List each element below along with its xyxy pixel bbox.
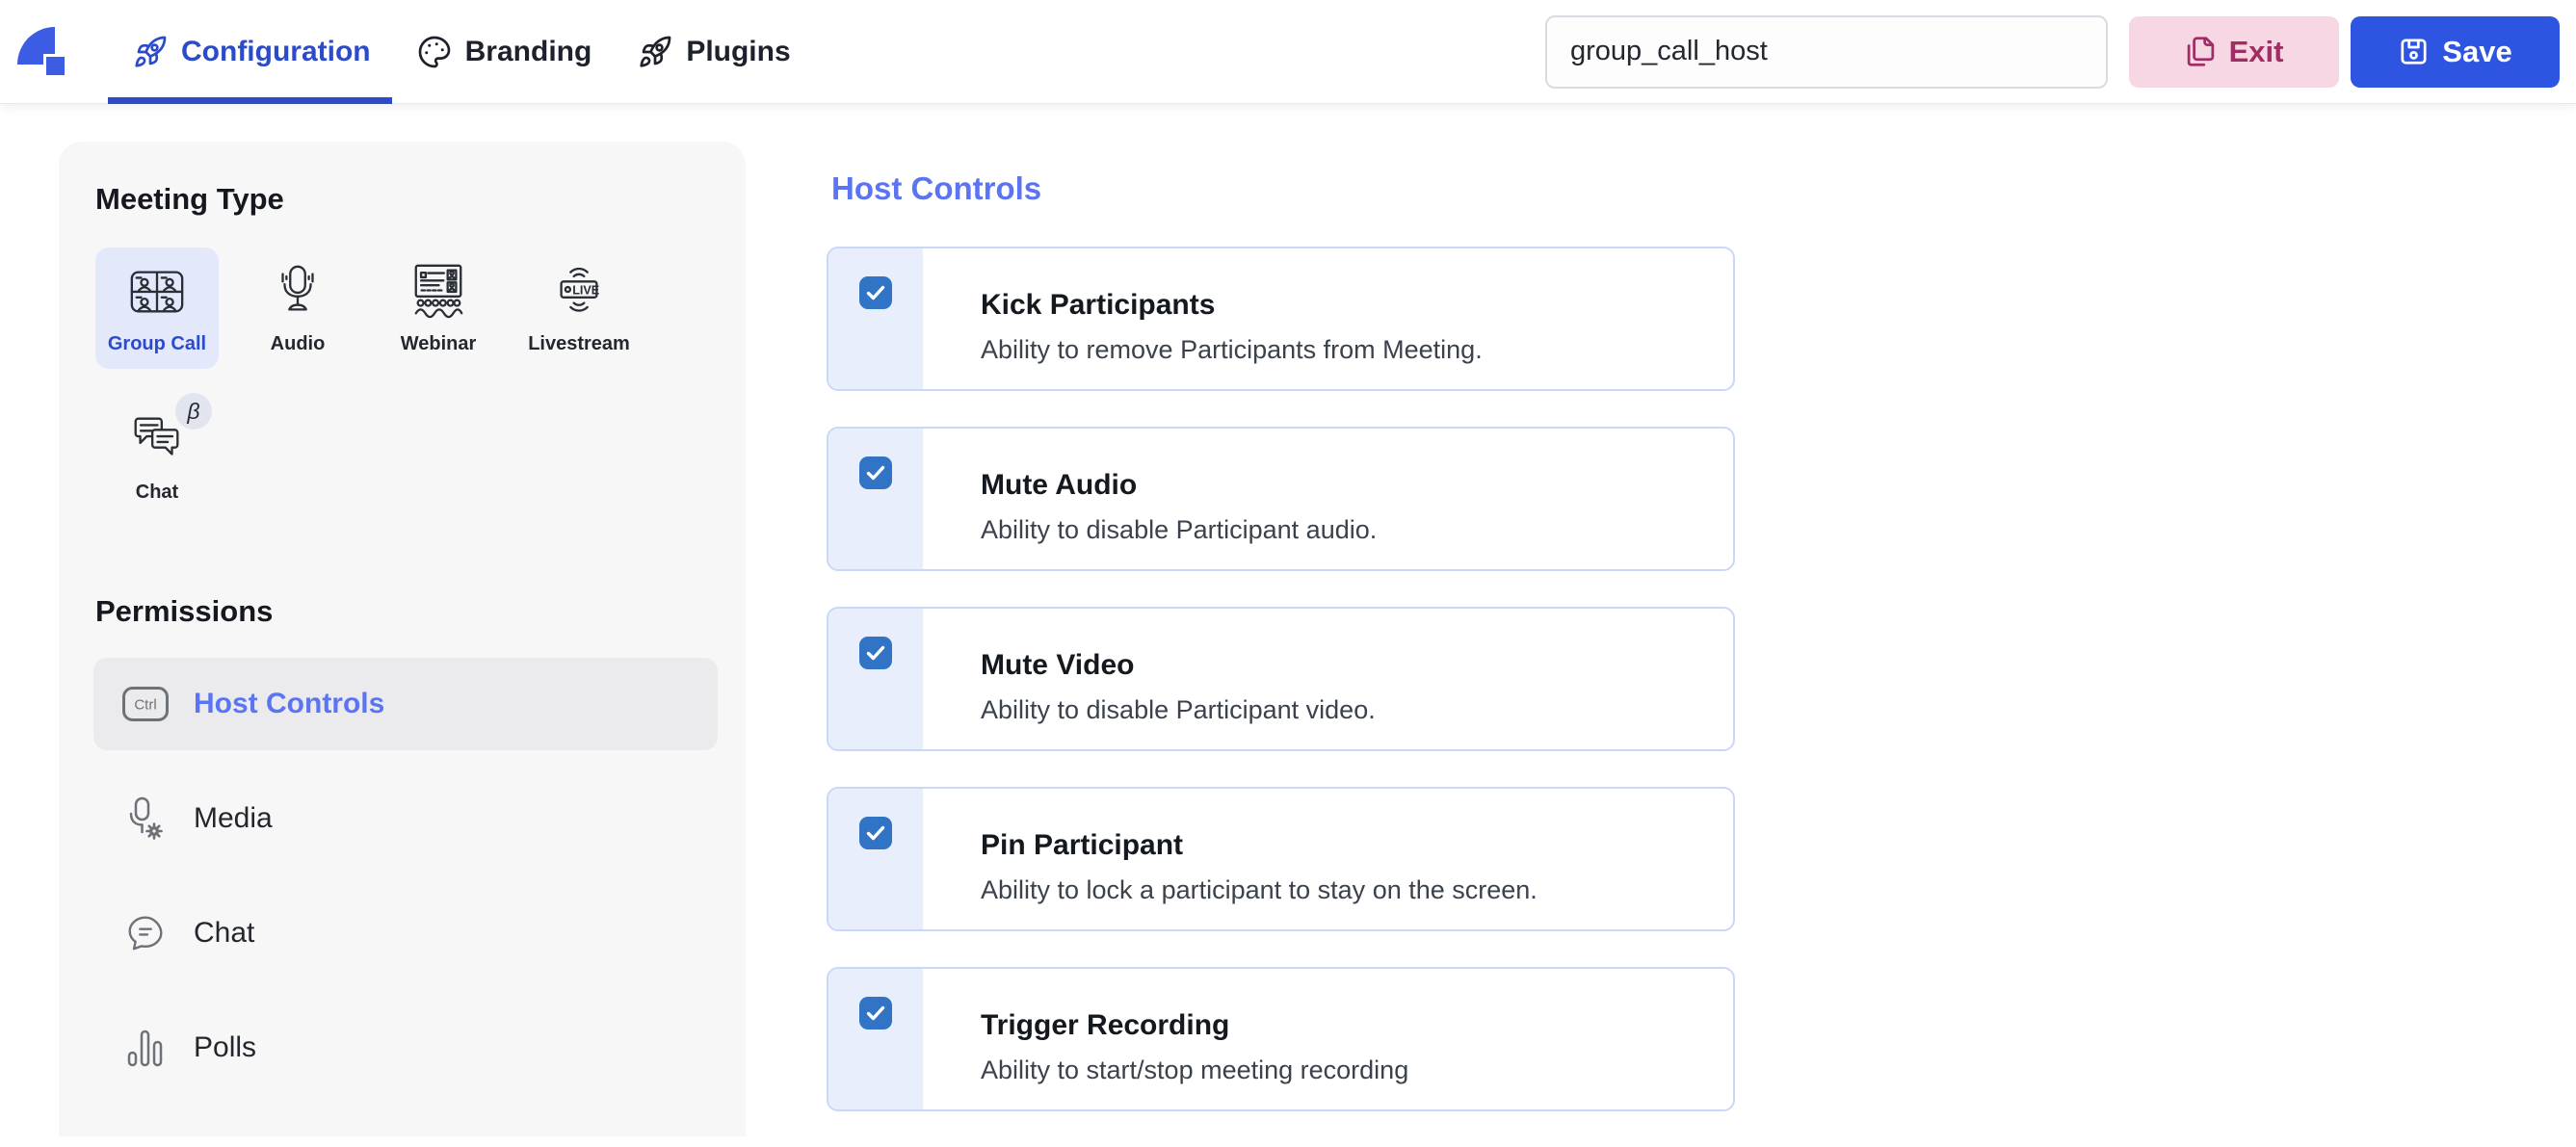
checkmark-icon <box>866 465 885 481</box>
meeting-type-label: Livestream <box>528 333 630 354</box>
ctrl-key-icon: Ctrl <box>122 687 169 721</box>
save-button-label: Save <box>2442 34 2512 68</box>
rocket-icon <box>640 36 671 67</box>
preset-name-input[interactable] <box>1545 14 2108 89</box>
checkmark-icon <box>866 825 885 841</box>
save-button[interactable]: Save <box>2351 15 2560 88</box>
card-accent-strip <box>828 969 923 1109</box>
svg-text:LIVE: LIVE <box>572 283 599 297</box>
meeting-type-row-2: β Chat <box>95 393 721 517</box>
group-call-icon <box>130 271 184 313</box>
checkmark-icon <box>866 285 885 300</box>
permissions-item-label: Chat <box>194 917 255 949</box>
card-accent-strip <box>828 248 923 389</box>
poll-bars-icon <box>127 1030 163 1067</box>
checkmark-icon <box>866 1005 885 1021</box>
permission-checkbox[interactable] <box>859 637 892 669</box>
mic-gear-icon <box>129 796 163 840</box>
permission-title: Pin Participant <box>981 829 1184 861</box>
meeting-type-group-call[interactable]: Group Call <box>95 248 219 369</box>
exit-files-icon <box>2187 37 2214 66</box>
meeting-type-webinar[interactable]: Webinar <box>377 248 500 369</box>
meeting-type-heading: Meeting Type <box>95 182 284 216</box>
host-controls-panel: Host Controls Kick Participants Ability … <box>827 169 1735 1147</box>
svg-text:Ctrl: Ctrl <box>134 697 156 714</box>
permission-card-trigger-recording: Trigger Recording Ability to start/stop … <box>827 967 1735 1111</box>
permission-checkbox[interactable] <box>859 456 892 489</box>
page-title: Host Controls <box>831 170 1042 206</box>
permission-title: Kick Participants <box>981 289 1216 321</box>
tab-label: Branding <box>464 35 592 67</box>
permission-card-kick-participants: Kick Participants Ability to remove Part… <box>827 247 1735 391</box>
palette-icon <box>418 36 450 67</box>
permission-checkbox[interactable] <box>859 276 892 309</box>
permission-card-pin-participant: Pin Participant Ability to lock a partic… <box>827 787 1735 931</box>
top-navbar: Configuration Branding Plugins group_cal… <box>0 0 2576 104</box>
permission-checkbox[interactable] <box>859 997 892 1030</box>
permissions-item-label: Host Controls <box>194 688 385 719</box>
permission-title: Trigger Recording <box>981 1009 1230 1041</box>
meeting-type-label: Audio <box>270 333 326 354</box>
exit-button-label: Exit <box>2228 34 2284 68</box>
webinar-icon <box>414 264 463 319</box>
microphone-icon <box>281 265 314 311</box>
rocket-icon <box>135 36 167 67</box>
tab-label: Plugins <box>686 35 791 67</box>
permission-description: Ability to lock a participant to stay on… <box>981 875 1538 904</box>
tab-configuration[interactable]: Configuration <box>108 0 392 104</box>
meeting-type-label: Webinar <box>400 333 477 354</box>
tab-plugins[interactable]: Plugins <box>613 0 811 104</box>
permissions-item-label: Polls <box>194 1031 257 1063</box>
permission-card-mute-video: Mute Video Ability to disable Participan… <box>827 607 1735 751</box>
permission-description: Ability to disable Participant video. <box>981 695 1376 724</box>
beta-badge: β <box>175 393 212 430</box>
permissions-item-media[interactable]: Media <box>93 772 718 865</box>
card-accent-strip <box>828 789 923 929</box>
meeting-type-label: Chat <box>135 482 179 503</box>
card-accent-strip <box>828 609 923 749</box>
main-nav: Configuration Branding Plugins <box>108 0 812 104</box>
save-floppy-icon <box>2401 39 2427 65</box>
livestream-icon: LIVE <box>560 267 599 312</box>
permissions-heading: Permissions <box>95 594 274 628</box>
permission-description: Ability to start/stop meeting recording <box>981 1056 1409 1084</box>
logo-square <box>43 53 67 78</box>
card-accent-strip <box>828 429 923 569</box>
tab-branding[interactable]: Branding <box>392 0 614 104</box>
permission-description: Ability to disable Participant audio. <box>981 515 1378 544</box>
checkmark-icon <box>866 645 885 661</box>
permission-description: Ability to remove Participants from Meet… <box>981 335 1483 364</box>
tab-label: Configuration <box>181 35 371 67</box>
exit-button[interactable]: Exit <box>2129 15 2339 88</box>
settings-sidebar: Meeting Type Group Call Audio Webinar LI… <box>59 142 746 1136</box>
permissions-item-chat[interactable]: Chat <box>93 887 718 979</box>
app-logo[interactable] <box>17 26 67 78</box>
permissions-nav: Ctrl Host Controls Media Chat Polls <box>84 658 721 1094</box>
chat-bubble-icon <box>128 916 163 951</box>
permission-title: Mute Video <box>981 649 1135 681</box>
permission-card-mute-audio: Mute Audio Ability to disable Participan… <box>827 427 1735 571</box>
meeting-type-audio[interactable]: Audio <box>236 248 359 369</box>
meeting-type-options: Group Call Audio Webinar LIVE Livestream <box>95 248 721 369</box>
permissions-item-host-controls[interactable]: Ctrl Host Controls <box>93 658 718 750</box>
meeting-type-chat[interactable]: β Chat <box>95 393 219 517</box>
meeting-type-livestream[interactable]: LIVE Livestream <box>517 248 641 369</box>
meeting-type-label: Group Call <box>107 333 207 354</box>
permissions-item-label: Media <box>194 802 273 834</box>
permissions-item-polls[interactable]: Polls <box>93 1002 718 1094</box>
permission-title: Mute Audio <box>981 469 1138 501</box>
permission-checkbox[interactable] <box>859 817 892 849</box>
